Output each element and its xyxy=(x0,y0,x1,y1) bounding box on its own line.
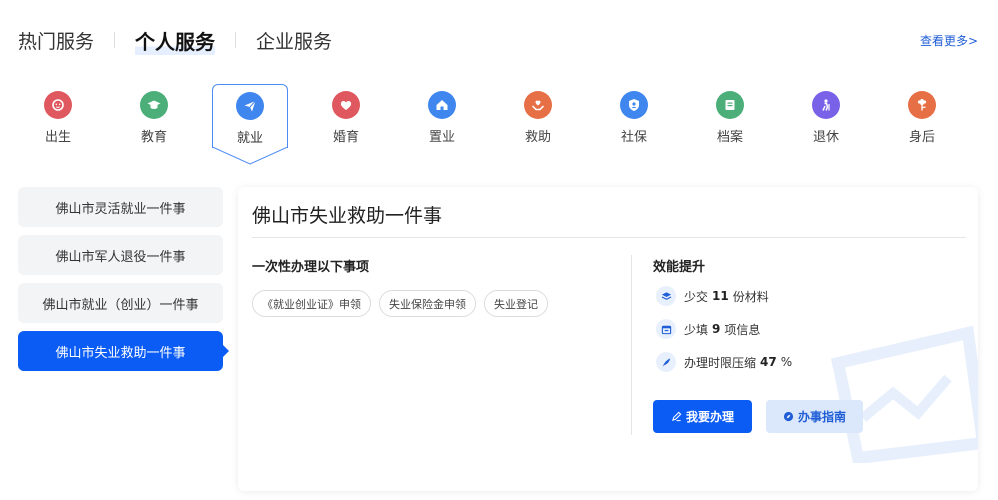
efficiency-prefix: 少交 xyxy=(684,289,709,304)
category-label: 婚育 xyxy=(332,130,359,145)
guide-button-label: 办事指南 xyxy=(797,410,846,424)
category-row: 出生 教育 就业 婚育 置业 救助 社保 档案 退休 身后 xyxy=(10,84,990,165)
efficiency-prefix: 少填 xyxy=(684,322,709,337)
folder-icon xyxy=(716,91,744,119)
layers-icon xyxy=(656,286,676,306)
side-item-military-retirement[interactable]: 佛山市军人退役一件事 xyxy=(18,235,223,275)
baby-icon xyxy=(44,91,72,119)
category-label: 置业 xyxy=(428,130,455,145)
category-property[interactable]: 置业 xyxy=(404,84,480,162)
tab-divider xyxy=(114,32,116,48)
heart-icon xyxy=(332,91,360,119)
apply-button[interactable]: 我要办理 xyxy=(653,400,752,433)
tab-divider xyxy=(235,32,237,48)
category-label: 社保 xyxy=(620,130,647,145)
guide-button[interactable]: 办事指南 xyxy=(766,400,863,433)
active-category-pointer xyxy=(212,147,288,165)
category-label: 出生 xyxy=(44,130,71,145)
category-label: 救助 xyxy=(524,130,551,145)
detail-panel: 佛山市失业救助一件事 一次性办理以下事项 《就业创业证》申领 失业保险金申领 失… xyxy=(238,187,978,491)
category-archives[interactable]: 档案 xyxy=(692,84,768,162)
shield-user-icon xyxy=(620,91,648,119)
tab-enterprise-services[interactable]: 企业服务 xyxy=(256,27,332,54)
category-retirement[interactable]: 退休 xyxy=(788,84,864,162)
apply-button-label: 我要办理 xyxy=(685,410,734,424)
tab-hot-services[interactable]: 热门服务 xyxy=(18,27,94,54)
side-list: 佛山市灵活就业一件事 佛山市军人退役一件事 佛山市就业（创业）一件事 佛山市失业… xyxy=(18,187,229,379)
category-label: 就业 xyxy=(236,131,263,146)
efficiency-value: 9 xyxy=(712,322,721,336)
section-divider xyxy=(631,255,632,435)
feather-icon xyxy=(656,352,676,372)
efficiency-materials: 少交 11 份材料 xyxy=(656,286,792,306)
category-marriage[interactable]: 婚育 xyxy=(308,84,384,162)
category-label: 身后 xyxy=(908,130,935,145)
panel-divider xyxy=(252,237,966,238)
efficiency-suffix: % xyxy=(780,355,793,369)
items-section-title: 一次性办理以下事项 xyxy=(252,260,370,275)
top-tabs: 热门服务 个人服务 企业服务 xyxy=(18,25,332,55)
chip-unemployment-insurance[interactable]: 失业保险金申领 xyxy=(379,290,476,317)
compass-icon xyxy=(783,411,794,422)
category-label: 档案 xyxy=(716,130,743,145)
chip-unemployment-registration[interactable]: 失业登记 xyxy=(484,290,548,317)
graduation-cap-icon xyxy=(140,91,168,119)
side-item-flexible-employment[interactable]: 佛山市灵活就业一件事 xyxy=(18,187,223,227)
efficiency-value: 11 xyxy=(712,289,729,303)
efficiency-value: 47 xyxy=(760,355,777,369)
category-posthumous[interactable]: 身后 xyxy=(884,84,960,162)
service-items: 《就业创业证》申领 失业保险金申领 失业登记 xyxy=(252,290,556,317)
paper-plane-icon xyxy=(236,92,264,120)
side-item-unemployment-assistance[interactable]: 佛山市失业救助一件事 xyxy=(18,331,229,371)
category-education[interactable]: 教育 xyxy=(116,84,192,162)
category-assistance[interactable]: 救助 xyxy=(500,84,576,162)
efficiency-suffix: 份材料 xyxy=(732,289,769,304)
efficiency-information: 少填 9 项信息 xyxy=(656,319,792,339)
efficiency-time-limit: 办理时限压缩 47 % xyxy=(656,352,792,372)
side-item-employment-entrepreneurship[interactable]: 佛山市就业（创业）一件事 xyxy=(18,283,223,323)
flower-icon xyxy=(908,91,936,119)
calendar-icon xyxy=(656,319,676,339)
category-label: 退休 xyxy=(812,130,839,145)
chart-watermark-icon xyxy=(830,325,978,463)
hands-heart-icon xyxy=(524,91,552,119)
category-birth[interactable]: 出生 xyxy=(20,84,96,162)
tab-personal-services[interactable]: 个人服务 xyxy=(135,25,216,55)
pen-icon xyxy=(672,411,682,422)
retiree-icon xyxy=(812,91,840,119)
efficiency-title: 效能提升 xyxy=(653,260,706,275)
chip-employment-card[interactable]: 《就业创业证》申领 xyxy=(252,290,371,317)
house-icon xyxy=(428,91,456,119)
efficiency-list: 少交 11 份材料 少填 9 项信息 办理时限压缩 47 % xyxy=(656,286,792,385)
category-social-security[interactable]: 社保 xyxy=(596,84,672,162)
category-label: 教育 xyxy=(140,130,167,145)
view-more-link[interactable]: 查看更多> xyxy=(920,32,978,49)
panel-title: 佛山市失业救助一件事 xyxy=(252,205,443,227)
category-employment[interactable]: 就业 xyxy=(212,84,288,148)
efficiency-prefix: 办理时限压缩 xyxy=(684,355,757,370)
efficiency-suffix: 项信息 xyxy=(724,322,761,337)
